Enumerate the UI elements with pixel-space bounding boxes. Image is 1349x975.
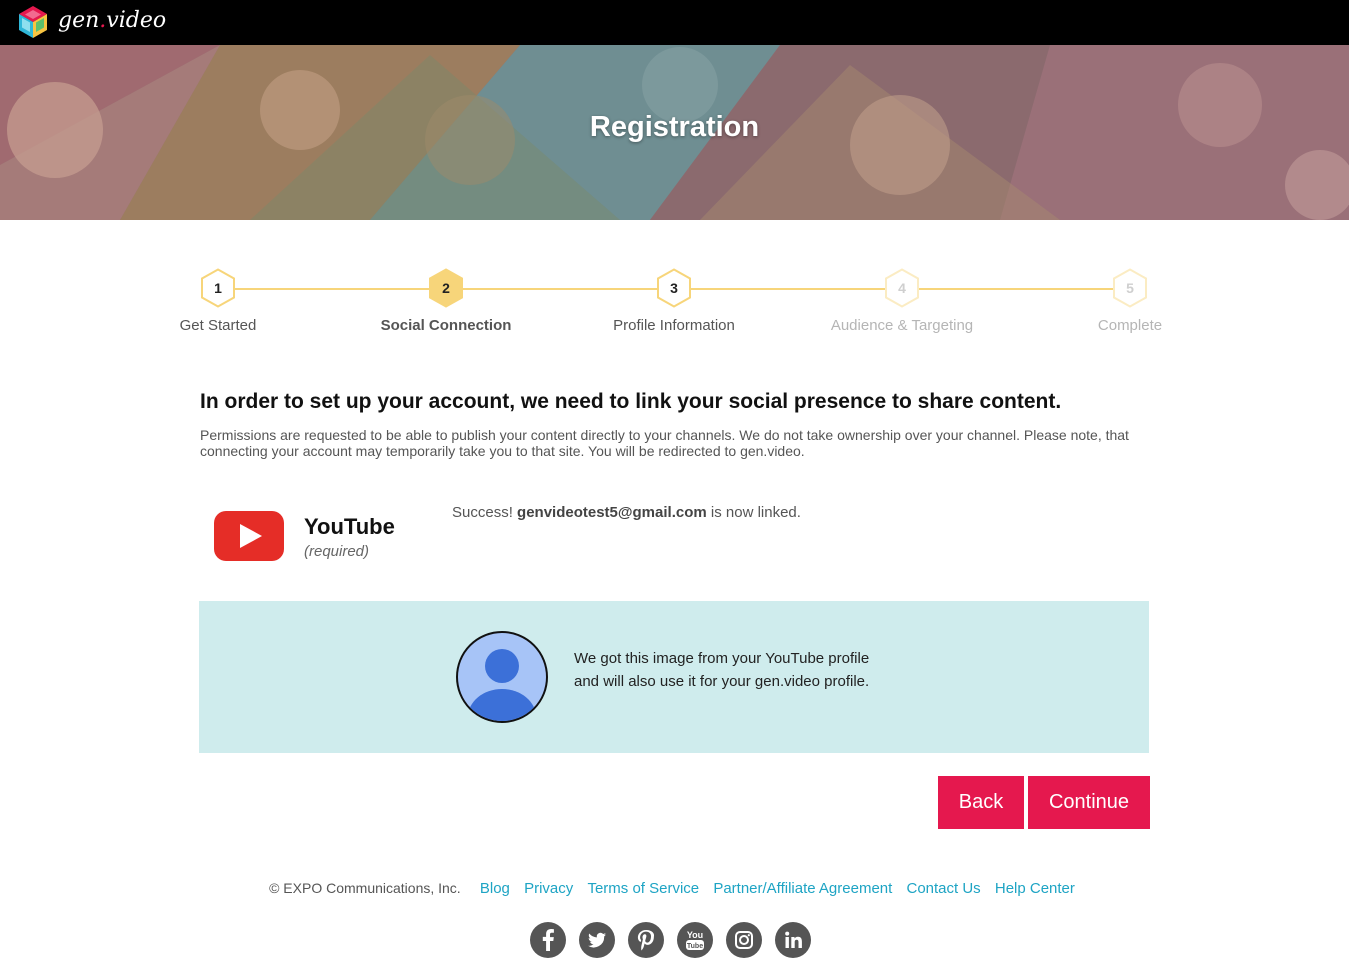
linkedin-icon[interactable] [775,922,811,958]
footer-link-help[interactable]: Help Center [995,880,1075,897]
step-complete: 5 Complete [1040,268,1220,334]
copyright-text: © EXPO Communications, Inc. [269,880,461,896]
footer-link-blog[interactable]: Blog [480,880,510,897]
footer-link-contact[interactable]: Contact Us [906,880,980,897]
step-social-connection[interactable]: 2 Social Connection [356,268,536,334]
social-links: You Tube [530,922,820,962]
section-description: Permissions are requested to be able to … [200,427,1129,459]
brand-wordmark[interactable]: gen.video [58,8,166,33]
registration-steps: 1 Get Started 2 Social Connection 3 Prof… [160,268,1190,348]
step-number: 5 [1126,280,1134,296]
svg-text:You: You [687,930,703,940]
facebook-icon[interactable] [530,922,566,958]
linked-email: genvideotest5@gmail.com [517,504,707,521]
success-prefix: Success! [452,504,518,521]
required-label: (required) [304,543,370,560]
footer-link-privacy[interactable]: Privacy [524,880,573,897]
youtube-success-message: Success! genvideotest5@gmail.com is now … [452,504,801,521]
hero-banner: Registration [0,45,1349,220]
step-hexagon-icon: 4 [884,268,920,308]
profile-image-message: We got this image from your YouTube prof… [574,647,914,693]
page-title: Registration [589,111,760,143]
step-number: 1 [214,280,222,296]
step-label: Social Connection [380,317,512,334]
youtube-social-icon[interactable]: You Tube [677,922,713,958]
back-button[interactable]: Back [938,776,1024,829]
step-hexagon-icon: 5 [1112,268,1148,308]
step-label: Get Started [179,317,257,334]
footer: © EXPO Communications, Inc. Blog Privacy… [0,880,1349,897]
gen-video-logo-icon[interactable] [16,5,50,39]
youtube-icon [214,511,284,561]
footer-link-partner[interactable]: Partner/Affiliate Agreement [713,880,892,897]
avatar [456,631,548,723]
step-hexagon-icon: 2 [428,268,464,308]
step-number: 3 [670,280,678,296]
instagram-icon[interactable] [726,922,762,958]
step-label: Complete [1097,317,1163,334]
step-label: Profile Information [613,317,735,334]
twitter-icon[interactable] [579,922,615,958]
step-profile-information[interactable]: 3 Profile Information [584,268,764,334]
step-get-started[interactable]: 1 Get Started [128,268,308,334]
step-hexagon-icon: 3 [656,268,692,308]
pinterest-icon[interactable] [628,922,664,958]
default-avatar-icon [468,649,536,721]
profile-image-panel: We got this image from your YouTube prof… [199,601,1149,753]
profile-message-line: We got this image from your YouTube prof… [574,650,870,667]
step-audience-targeting: 4 Audience & Targeting [812,268,992,334]
profile-message-line: and will also use it for your gen.video … [574,673,870,690]
footer-link-terms[interactable]: Terms of Service [587,880,699,897]
continue-button[interactable]: Continue [1028,776,1150,829]
top-navbar: gen.video [0,0,1349,45]
section-heading: In order to set up your account, we need… [200,390,1062,413]
success-suffix: is now linked. [706,504,801,521]
step-hexagon-icon: 1 [200,268,236,308]
youtube-label: YouTube [304,514,395,539]
step-label: Audience & Targeting [830,317,974,334]
step-number: 4 [898,280,906,296]
step-number: 2 [442,280,450,296]
svg-text:Tube: Tube [687,943,703,950]
